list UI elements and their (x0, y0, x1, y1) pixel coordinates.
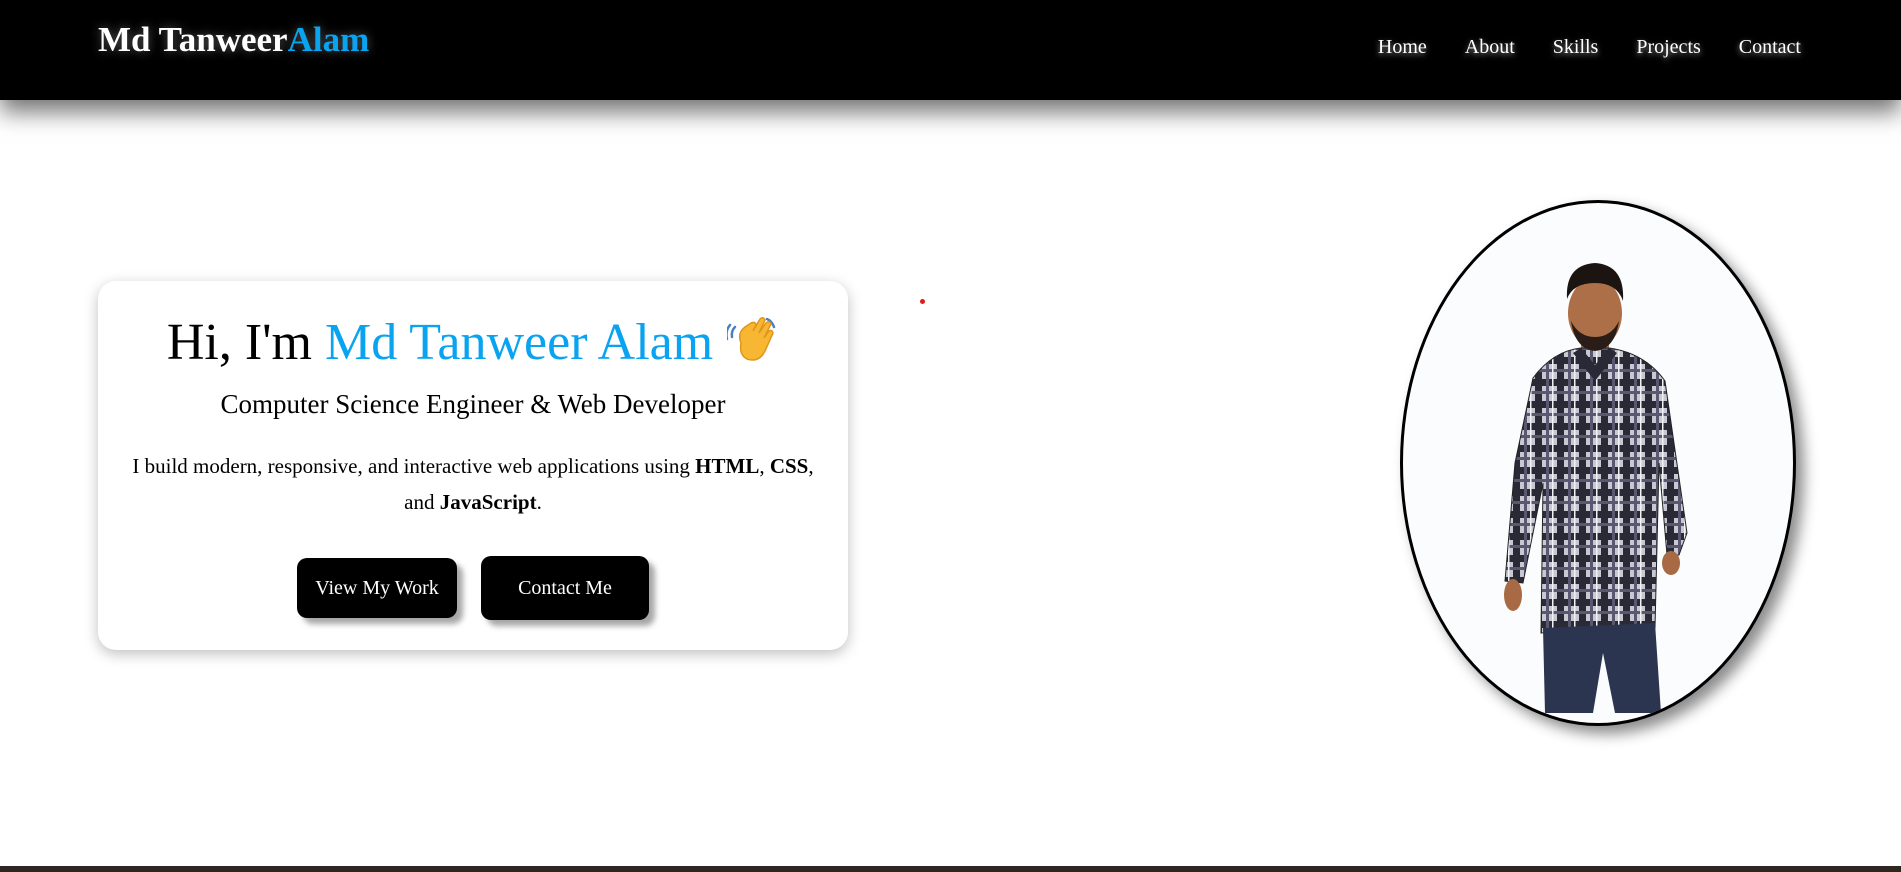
cursor-dot (920, 299, 925, 304)
greeting-name: Md Tanweer Alam (324, 314, 714, 371)
nav-about[interactable]: About (1465, 36, 1515, 59)
main-nav: Home About Skills Projects Contact (1340, 36, 1801, 59)
next-section-edge (0, 866, 1901, 872)
desc-js: JavaScript (439, 490, 537, 515)
hero-buttons: View My Work Contact Me (98, 556, 848, 620)
logo-first: Md Tanweer (98, 20, 288, 59)
nav-contact[interactable]: Contact (1739, 36, 1801, 59)
waving-hand-icon (725, 313, 779, 365)
desc-end: . (536, 490, 542, 515)
hero-heading: Hi, I'm Md Tanweer Alam (98, 313, 848, 371)
logo-accent: Alam (287, 20, 370, 59)
hero-subtitle: Computer Science Engineer & Web Develope… (220, 389, 726, 420)
hero-card: Hi, I'm Md Tanweer Alam Computer Science… (98, 281, 848, 650)
logo[interactable]: Md TanweerAlam (98, 20, 369, 60)
desc-sep: , (759, 454, 765, 479)
person-illustration (1504, 263, 1688, 713)
contact-me-button[interactable]: Contact Me (481, 556, 649, 620)
view-my-work-button[interactable]: View My Work (297, 558, 457, 618)
nav-home[interactable]: Home (1378, 36, 1427, 59)
site-header: Md TanweerAlam Home About Skills Project… (0, 0, 1901, 100)
desc-css: CSS (769, 454, 809, 479)
hero-description: I build modern, responsive, and interact… (123, 448, 823, 520)
nav-skills[interactable]: Skills (1553, 36, 1599, 59)
nav-projects[interactable]: Projects (1636, 36, 1700, 59)
desc-html: HTML (695, 454, 760, 479)
profile-photo (1400, 200, 1796, 726)
greeting-prefix: Hi, I'm (166, 314, 312, 371)
desc-text: I build modern, responsive, and interact… (132, 454, 690, 479)
